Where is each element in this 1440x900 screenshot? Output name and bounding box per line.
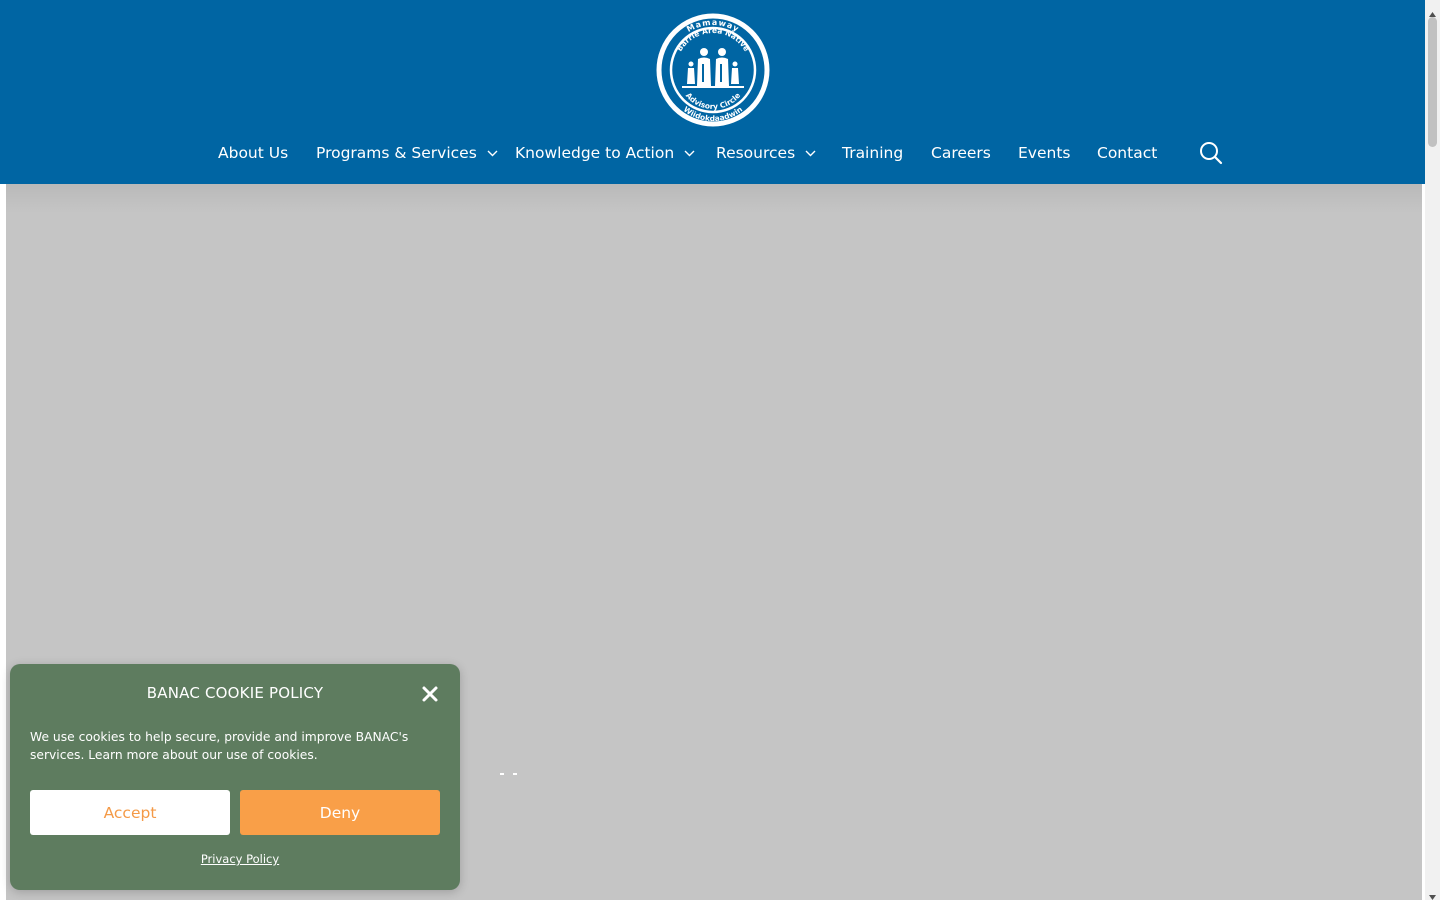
nav-item-label: About Us [218,144,289,162]
nav-item-resources[interactable]: Resources [716,138,816,168]
cookie-close-button[interactable] [420,684,440,704]
cookie-title: BANAC COOKIE POLICY [146,684,324,702]
nav-item-label: Programs & Services [316,144,477,162]
nav-item-events[interactable]: Events [1018,138,1070,168]
scroll-down-arrow-icon[interactable] [1428,886,1437,900]
search-icon [1200,142,1223,165]
privacy-policy-link[interactable]: Privacy Policy [10,852,470,866]
nav-item-careers[interactable]: Careers [931,138,991,168]
nav-item-label: Knowledge to Action [515,144,675,162]
nav-item-training[interactable]: Training [842,138,903,168]
loader-dot [500,773,504,775]
nav-item-label: Events [1018,144,1071,162]
nav-item-label: Training [842,144,904,162]
site-logo[interactable]: Mamaway Barrie Area Native Advisory Circ… [654,12,772,128]
chevron-down-icon [684,150,695,157]
cookie-message: We use cookies to help secure, provide a… [30,730,409,762]
close-icon [422,686,438,702]
nav-item-about-us[interactable]: About Us [218,138,288,168]
chevron-down-icon [805,150,816,157]
deny-button[interactable]: Deny [240,790,440,835]
scrollbar-thumb[interactable] [1428,17,1437,147]
loader-dot [513,773,517,775]
search-button[interactable] [1198,140,1224,166]
nav-item-programs-services[interactable]: Programs & Services [316,138,498,168]
chevron-down-icon [487,150,498,157]
cookie-banner: BANAC COOKIE POLICY We use cookies to he… [10,664,460,890]
site-header: Mamaway Barrie Area Native Advisory Circ… [0,0,1425,184]
page: Mamaway Barrie Area Native Advisory Circ… [0,0,1425,900]
nav-item-label: Careers [931,144,991,162]
nav-item-contact[interactable]: Contact [1097,138,1157,168]
logo-family-figures-icon [682,48,744,88]
logo-ring-mid: Barrie Area Native [675,26,751,53]
accept-button[interactable]: Accept [30,790,230,835]
scroll-up-arrow-icon[interactable] [1428,4,1437,17]
header-shadow [6,184,1422,214]
nav-item-knowledge-to-action[interactable]: Knowledge to Action [515,138,695,168]
svg-text:Barrie Area Native: Barrie Area Native [675,26,751,53]
nav-item-label: Resources [716,144,796,162]
nav-item-label: Contact [1097,144,1158,162]
logo-emblem-icon: Mamaway Barrie Area Native Advisory Circ… [656,13,770,127]
